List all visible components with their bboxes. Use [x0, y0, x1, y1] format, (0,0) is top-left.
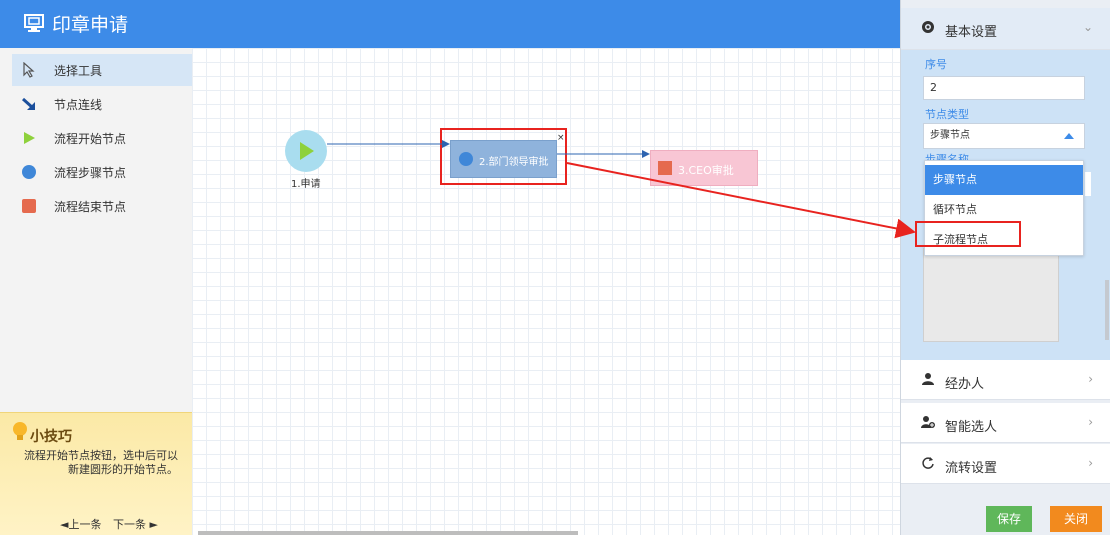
monitor-icon [24, 14, 44, 32]
section-basic-settings[interactable]: 基本设置 ⌄ [901, 8, 1110, 50]
tool-connector[interactable]: 节点连线 [12, 88, 192, 120]
tool-label: 流程开始节点 [54, 131, 127, 146]
page-title: 印章申请 [52, 14, 129, 36]
section-flow-settings[interactable]: 流转设置 › [901, 444, 1110, 484]
workflow-designer-app: 印章申请 选择工具 节点连线 流程开始节点 流程步骤节点 流程结束节点 小技巧 … [0, 0, 1110, 535]
section-title: 智能选人 [945, 420, 998, 435]
lightbulb-icon [13, 422, 27, 440]
tips-title: 小技巧 [30, 429, 72, 445]
tool-label: 流程结束节点 [54, 199, 127, 214]
tool-step-node[interactable]: 流程步骤节点 [12, 156, 192, 188]
tool-label: 流程步骤节点 [54, 165, 127, 180]
section-smart-select[interactable]: 智能选人 › [901, 403, 1110, 443]
refresh-icon [922, 457, 934, 469]
node-type-label: 节点类型 [925, 108, 969, 121]
section-title: 流转设置 [945, 461, 998, 476]
pointer-icon [20, 61, 38, 79]
tool-end-node[interactable]: 流程结束节点 [12, 190, 192, 222]
panel-scrollbar[interactable] [1105, 280, 1109, 340]
section-title: 基本设置 [945, 25, 998, 40]
start-node[interactable] [285, 130, 327, 172]
user-icon [922, 373, 934, 385]
properties-panel: 基本设置 ⌄ 序号 2 节点类型 步骤节点 步骤名称 经办人 › [900, 0, 1110, 535]
start-node-label: 1.申请 [291, 179, 321, 190]
highlight-box-option [915, 221, 1021, 247]
tool-label: 节点连线 [54, 97, 103, 112]
save-button[interactable]: 保存 [986, 506, 1032, 532]
seq-input[interactable]: 2 [923, 76, 1085, 100]
option-step-node[interactable]: 步骤节点 [925, 165, 1083, 195]
section-handler[interactable]: 经办人 › [901, 360, 1110, 400]
highlight-box-node [440, 128, 567, 185]
app-header: 印章申请 [0, 0, 900, 48]
node-toolbox: 选择工具 节点连线 流程开始节点 流程步骤节点 流程结束节点 [0, 48, 192, 412]
chevron-down-icon: ⌄ [1082, 20, 1093, 34]
tips-text: 流程开始节点按钮，选中后可以新建圆形的开始节点。 [24, 449, 178, 476]
chevron-right-icon: › [1088, 372, 1093, 386]
node-type-select[interactable]: 步骤节点 [923, 123, 1085, 149]
tool-start-node[interactable]: 流程开始节点 [12, 122, 192, 154]
tips-panel: 小技巧 流程开始节点按钮，选中后可以新建圆形的开始节点。 ◄上一条 下一条 ► [0, 412, 192, 535]
chevron-right-icon: › [1088, 415, 1093, 429]
red-square-icon [658, 161, 672, 175]
section-title: 经办人 [945, 377, 985, 392]
connector-arrow-icon [20, 95, 38, 113]
blue-circle-icon [20, 163, 38, 181]
play-triangle-icon [300, 142, 314, 160]
canvas-horizontal-scrollbar[interactable] [198, 531, 578, 535]
user-plus-icon [921, 416, 935, 428]
caret-up-icon [1064, 133, 1074, 139]
node-type-value: 步骤节点 [930, 130, 970, 141]
flow-canvas[interactable] [192, 48, 900, 535]
tips-next-link[interactable]: 下一条 ► [113, 518, 158, 531]
red-square-icon [20, 197, 38, 215]
tips-nav: ◄上一条 下一条 ► [60, 516, 166, 532]
seq-label: 序号 [925, 58, 947, 71]
close-button[interactable]: 关闭 [1050, 506, 1102, 532]
chevron-right-icon: › [1088, 456, 1093, 470]
tool-select[interactable]: 选择工具 [12, 54, 192, 86]
gear-icon [922, 21, 934, 33]
play-triangle-icon [20, 129, 38, 147]
note-textarea[interactable] [923, 248, 1059, 342]
tips-prev-link[interactable]: ◄上一条 [60, 518, 101, 531]
step-name-input-edge[interactable] [1085, 172, 1091, 196]
end-node-label: 3.CEO审批 [678, 164, 734, 177]
tool-label: 选择工具 [54, 63, 103, 78]
